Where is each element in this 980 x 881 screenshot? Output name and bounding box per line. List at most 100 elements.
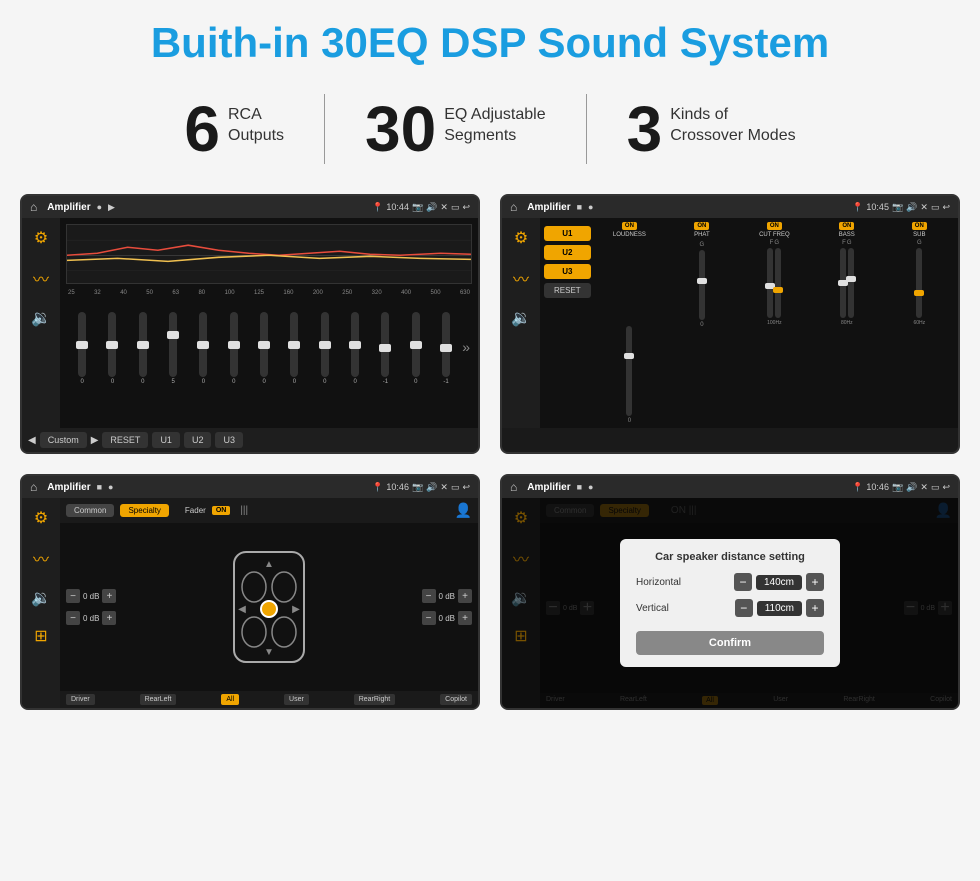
back-icon-4[interactable]: ↩ xyxy=(942,482,950,493)
db2-minus[interactable]: − xyxy=(66,611,80,625)
dot2-icon-3: ● xyxy=(108,482,113,492)
db3-value: 0 dB xyxy=(439,592,455,601)
user-btn[interactable]: User xyxy=(284,694,309,705)
speaker-icon-3[interactable]: 🔉 xyxy=(31,588,51,608)
eq-slider-3[interactable]: 0 xyxy=(129,312,157,385)
db1-plus[interactable]: + xyxy=(102,589,116,603)
eq-slider-6[interactable]: 0 xyxy=(220,312,248,385)
phat-on[interactable]: ON xyxy=(694,222,709,230)
volume-icon-2: 🔊 xyxy=(906,202,917,213)
db1-minus[interactable]: − xyxy=(66,589,80,603)
loudness-on[interactable]: ON xyxy=(622,222,637,230)
speaker-icon[interactable]: 🔉 xyxy=(31,308,51,328)
u3-channel[interactable]: U3 xyxy=(544,264,591,279)
vertical-minus[interactable]: − xyxy=(735,599,753,617)
home-icon-3[interactable]: ⌂ xyxy=(30,480,37,494)
u1-btn[interactable]: U1 xyxy=(152,432,180,448)
wave-icon-3[interactable]: 〰 xyxy=(33,546,49,570)
reset-channel[interactable]: RESET xyxy=(544,283,591,298)
sub-slider[interactable] xyxy=(916,248,922,318)
u3-btn[interactable]: U3 xyxy=(215,432,243,448)
location-icon: 📍 xyxy=(372,202,383,213)
copilot-btn[interactable]: Copilot xyxy=(440,694,472,705)
screen1-title: Amplifier xyxy=(47,202,90,213)
phat-slider[interactable] xyxy=(699,250,705,320)
confirm-button[interactable]: Confirm xyxy=(636,631,824,655)
eq-slider-7[interactable]: 0 xyxy=(250,312,278,385)
eq-bottom-bar: ◀ Custom ▶ RESET U1 U2 U3 xyxy=(22,428,478,452)
reset-btn[interactable]: RESET xyxy=(102,432,148,448)
fader-on-badge[interactable]: ON xyxy=(212,506,231,515)
horizontal-plus[interactable]: + xyxy=(806,573,824,591)
play-icon: ▶ xyxy=(108,202,115,213)
eq-slider-5[interactable]: 0 xyxy=(189,312,217,385)
pan-icon-3[interactable]: ⊞ xyxy=(34,626,47,646)
rearleft-btn[interactable]: RearLeft xyxy=(140,694,177,705)
eq-icon-3[interactable]: ⚙ xyxy=(34,508,48,528)
speaker-icon-2[interactable]: 🔉 xyxy=(511,308,531,328)
sub-on[interactable]: ON xyxy=(912,222,927,230)
rearright-btn[interactable]: RearRight xyxy=(354,694,396,705)
home-icon[interactable]: ⌂ xyxy=(30,200,37,214)
dot2-icon-2: ● xyxy=(588,202,593,212)
bass-on[interactable]: ON xyxy=(839,222,854,230)
u1-channel[interactable]: U1 xyxy=(544,226,591,241)
eq-slider-8[interactable]: 0 xyxy=(280,312,308,385)
volume-icon-4: 🔊 xyxy=(906,482,917,493)
back-icon-2[interactable]: ↩ xyxy=(942,202,950,213)
eq-slider-10[interactable]: 0 xyxy=(341,312,369,385)
prev-btn[interactable]: ◀ xyxy=(28,435,36,446)
close-icon-3[interactable]: ✕ xyxy=(440,482,448,493)
svg-text:▲: ▲ xyxy=(264,559,274,570)
wave-icon[interactable]: 〰 xyxy=(33,266,49,290)
close-icon-2[interactable]: ✕ xyxy=(920,202,928,213)
u2-btn[interactable]: U2 xyxy=(184,432,212,448)
back-icon-3[interactable]: ↩ xyxy=(462,482,470,493)
eq-slider-4[interactable]: 5 xyxy=(159,312,187,385)
db2-plus[interactable]: + xyxy=(102,611,116,625)
dot2-icon-4: ● xyxy=(588,482,593,492)
eq-slider-2[interactable]: 0 xyxy=(98,312,126,385)
dialog-row-vertical: Vertical − 110cm + xyxy=(636,599,824,617)
back-icon[interactable]: ↩ xyxy=(462,202,470,213)
home-icon-2[interactable]: ⌂ xyxy=(510,200,517,214)
driver-btn[interactable]: Driver xyxy=(66,694,95,705)
eq-slider-11[interactable]: -1 xyxy=(371,312,399,385)
cutfreq-col: ON CUT FREQ FG 100Hz xyxy=(740,222,809,424)
window-icon-3: ▭ xyxy=(451,482,460,493)
bass-slider-f[interactable] xyxy=(840,248,846,318)
eq-slider-13[interactable]: -1 xyxy=(432,312,460,385)
close-icon-4[interactable]: ✕ xyxy=(920,482,928,493)
db3-plus[interactable]: + xyxy=(458,589,472,603)
u2-channel[interactable]: U2 xyxy=(544,245,591,260)
bass-slider-g[interactable] xyxy=(848,248,854,318)
dot-icon-3: ■ xyxy=(97,482,102,492)
custom-btn[interactable]: Custom xyxy=(40,432,87,448)
all-btn[interactable]: All xyxy=(221,694,239,705)
db4-minus[interactable]: − xyxy=(422,611,436,625)
fader-label: Fader xyxy=(185,506,206,515)
horizontal-minus[interactable]: − xyxy=(734,573,752,591)
db4-plus[interactable]: + xyxy=(458,611,472,625)
next-btn[interactable]: ▶ xyxy=(91,435,99,446)
eq-icon-2[interactable]: ⚙ xyxy=(514,228,528,248)
more-icon[interactable]: » xyxy=(462,339,470,385)
cutfreq-slider-g[interactable] xyxy=(775,248,781,318)
cutfreq-freq: 100Hz xyxy=(767,320,781,326)
tab-specialty[interactable]: Specialty xyxy=(120,504,168,517)
tab-common[interactable]: Common xyxy=(66,504,114,517)
eq-icon[interactable]: ⚙ xyxy=(34,228,48,248)
eq-slider-1[interactable]: 0 xyxy=(68,312,96,385)
close-icon[interactable]: ✕ xyxy=(440,202,448,213)
home-icon-4[interactable]: ⌂ xyxy=(510,480,517,494)
eq-slider-9[interactable]: 0 xyxy=(311,312,339,385)
cutfreq-on[interactable]: ON xyxy=(767,222,782,230)
db3-minus[interactable]: − xyxy=(422,589,436,603)
loudness-label: LOUDNESS xyxy=(613,232,646,238)
cutfreq-slider-f[interactable] xyxy=(767,248,773,318)
volume-icon-3: 🔊 xyxy=(426,482,437,493)
vertical-plus[interactable]: + xyxy=(806,599,824,617)
loudness-slider[interactable] xyxy=(626,326,632,416)
wave-icon-2[interactable]: 〰 xyxy=(513,266,529,290)
eq-slider-12[interactable]: 0 xyxy=(402,312,430,385)
